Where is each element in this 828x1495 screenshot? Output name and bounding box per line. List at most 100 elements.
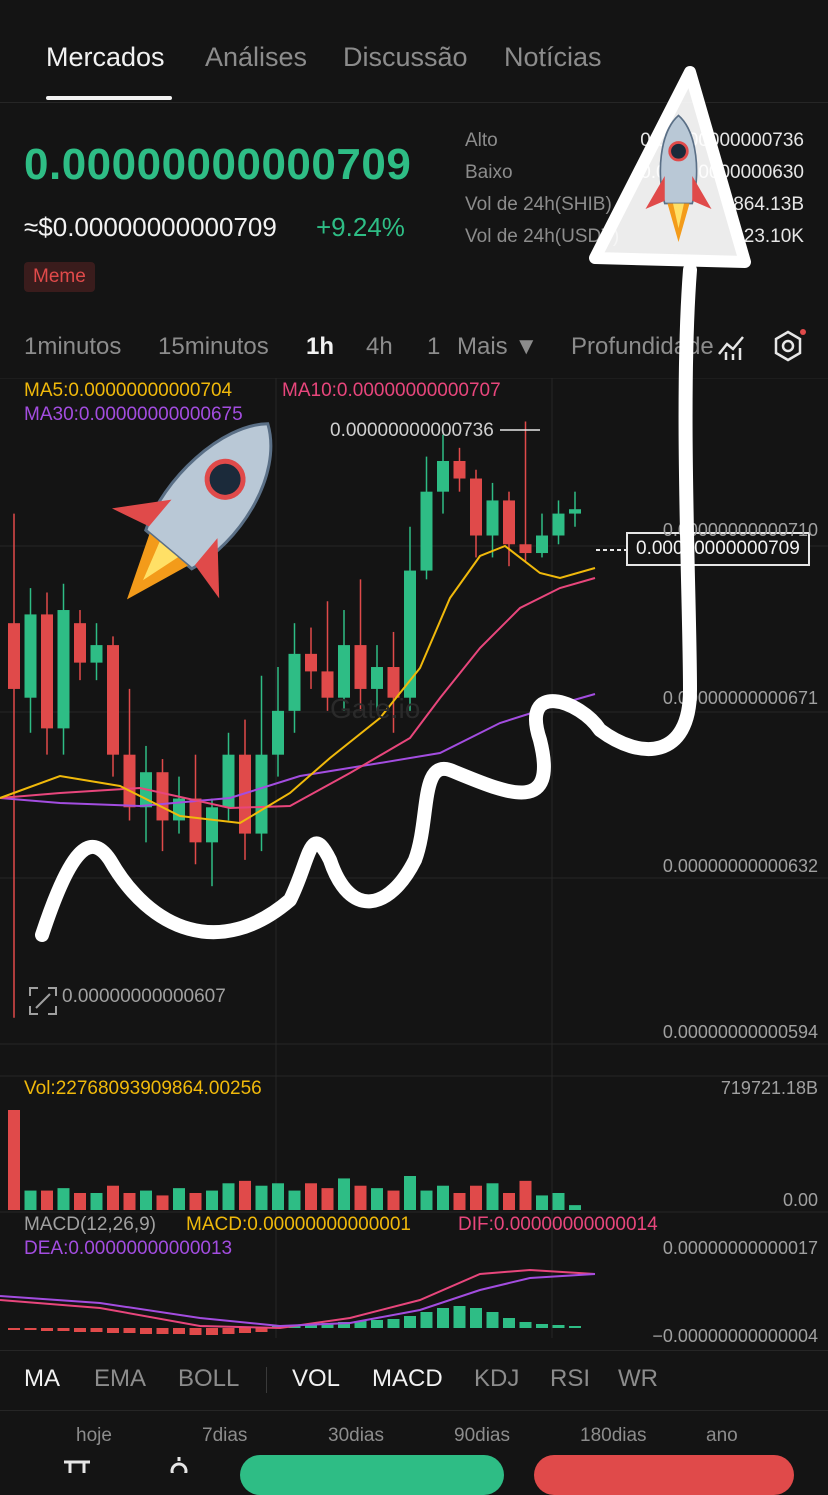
period-today[interactable]: hoje <box>76 1425 112 1447</box>
candle-body <box>519 544 532 554</box>
volume-bar <box>569 1205 581 1210</box>
period-year[interactable]: ano <box>706 1425 738 1447</box>
tab-mercados[interactable]: Mercados <box>46 42 165 73</box>
volume-bar <box>387 1190 400 1210</box>
candle-body <box>536 535 548 554</box>
macd-bar <box>552 1325 565 1328</box>
candle-body <box>404 570 416 698</box>
macd-bar <box>420 1312 433 1328</box>
stat-low-value: 0.00000000000630 <box>640 162 804 183</box>
vol-max-label: 719721.18B <box>720 1078 818 1098</box>
volume-bar <box>8 1110 20 1210</box>
usd-price: ≈$0.00000000000709 <box>24 212 277 242</box>
period-90d[interactable]: 90dias <box>454 1425 510 1447</box>
volume-bar <box>90 1193 103 1210</box>
candle-body <box>420 491 433 571</box>
macd-value: MACD:0.00000000000001 <box>186 1214 412 1235</box>
volume-bar <box>371 1188 383 1210</box>
ind-wr[interactable]: WR <box>618 1365 658 1393</box>
candle-body <box>57 610 70 729</box>
market-icon[interactable] <box>62 1459 92 1473</box>
ind-vol[interactable]: VOL <box>292 1365 340 1393</box>
tab-noticias[interactable]: Notícias <box>504 42 602 73</box>
tf-depth[interactable]: Profundidade <box>571 333 721 361</box>
stat-high-label: Alto <box>465 130 498 151</box>
macd-min-label: −0.00000000000004 <box>652 1326 818 1346</box>
macd-bar <box>569 1326 581 1328</box>
settings-gear-icon[interactable] <box>770 328 806 364</box>
macd-bar <box>156 1328 169 1334</box>
tf-1min[interactable]: 1minutos <box>24 333 121 361</box>
macd-bar <box>404 1316 416 1328</box>
tf-15min[interactable]: 15minutos <box>158 333 269 361</box>
tab-analises[interactable]: Análises <box>205 42 307 73</box>
ind-boll[interactable]: BOLL <box>178 1365 239 1393</box>
volume-bar <box>123 1193 136 1210</box>
macd-bar <box>140 1328 152 1334</box>
tf-1h[interactable]: 1h <box>306 333 334 361</box>
indicator-divider <box>266 1367 267 1393</box>
ind-ma[interactable]: MA <box>24 1365 60 1393</box>
macd-bar <box>123 1328 136 1333</box>
ind-kdj[interactable]: KDJ <box>474 1365 519 1393</box>
buy-button[interactable] <box>240 1455 504 1495</box>
vol-min-label: 0.00 <box>782 1190 818 1210</box>
volume-bar <box>420 1190 433 1210</box>
ma10-label: MA10:0.00000000000707 <box>282 380 501 401</box>
volume-bar <box>288 1190 301 1210</box>
macd-bar <box>437 1308 449 1328</box>
indicator-tabs: MA EMA BOLL VOL MACD KDJ RSI WR <box>0 1350 828 1411</box>
volume-bar <box>206 1190 218 1210</box>
candle-body <box>437 460 449 492</box>
volume-bar <box>24 1190 37 1210</box>
tf-1[interactable]: 1 <box>427 333 440 361</box>
macd-bar <box>536 1324 548 1328</box>
tab-discussao[interactable]: Discussão <box>343 42 468 73</box>
macd-bar <box>470 1308 482 1328</box>
volume-bar <box>239 1180 251 1210</box>
ma5-label: MA5:0.00000000000704 <box>24 380 233 401</box>
sell-button[interactable] <box>534 1455 794 1495</box>
y-axis-label-1: 0.00000000000710 <box>662 520 818 540</box>
tf-4h[interactable]: 4h <box>366 333 393 361</box>
stat-vol-base-value: 864.13B <box>733 194 804 215</box>
ind-rsi[interactable]: RSI <box>550 1365 590 1393</box>
volume-bar <box>41 1190 53 1210</box>
ind-ema[interactable]: EMA <box>94 1365 146 1393</box>
ind-macd[interactable]: MACD <box>372 1365 443 1393</box>
macd-bar <box>239 1328 251 1333</box>
tf-more-dropdown[interactable]: Mais ▼ <box>457 333 538 361</box>
volume-bar <box>189 1193 202 1210</box>
fullscreen-icon[interactable] <box>28 986 58 1016</box>
volume-bar <box>272 1183 284 1210</box>
meme-tag[interactable]: Meme <box>24 262 95 292</box>
price-change: +9.24% <box>316 212 405 242</box>
macd-bar <box>74 1328 86 1332</box>
volume-bar <box>305 1183 317 1210</box>
macd-bar <box>387 1319 400 1328</box>
candle-body <box>470 478 482 536</box>
candle-body <box>41 614 53 729</box>
chart-type-icon[interactable] <box>716 330 748 362</box>
macd-bar <box>24 1328 37 1330</box>
macd-bar <box>371 1320 383 1328</box>
macd-bar <box>519 1322 532 1328</box>
volume-bar <box>503 1193 515 1210</box>
y-axis-label-2: 0.00000000000671 <box>662 688 818 708</box>
stat-vol-base-label: Vol de 24h(SHIB) <box>465 194 612 215</box>
stat-vol-quote-label: Vol de 24h(USDT) <box>465 226 620 247</box>
alert-icon[interactable] <box>164 1457 194 1480</box>
candle-body <box>107 645 119 755</box>
macd-bar <box>8 1328 20 1330</box>
period-180d[interactable]: 180dias <box>580 1425 647 1447</box>
top-tabs: Mercados Análises Discussão Notícias <box>0 0 828 103</box>
volume-bar <box>486 1183 499 1210</box>
volume-bar <box>74 1193 86 1210</box>
period-30d[interactable]: 30dias <box>328 1425 384 1447</box>
period-7d[interactable]: 7dias <box>202 1425 247 1447</box>
y-axis-label-3: 0.00000000000632 <box>662 856 818 876</box>
macd-bar <box>189 1328 202 1335</box>
candle-body <box>156 772 169 821</box>
stat-vol-quote-value: 23.10K <box>743 226 804 247</box>
y-axis-label-4: 0.00000000000594 <box>662 1022 818 1042</box>
